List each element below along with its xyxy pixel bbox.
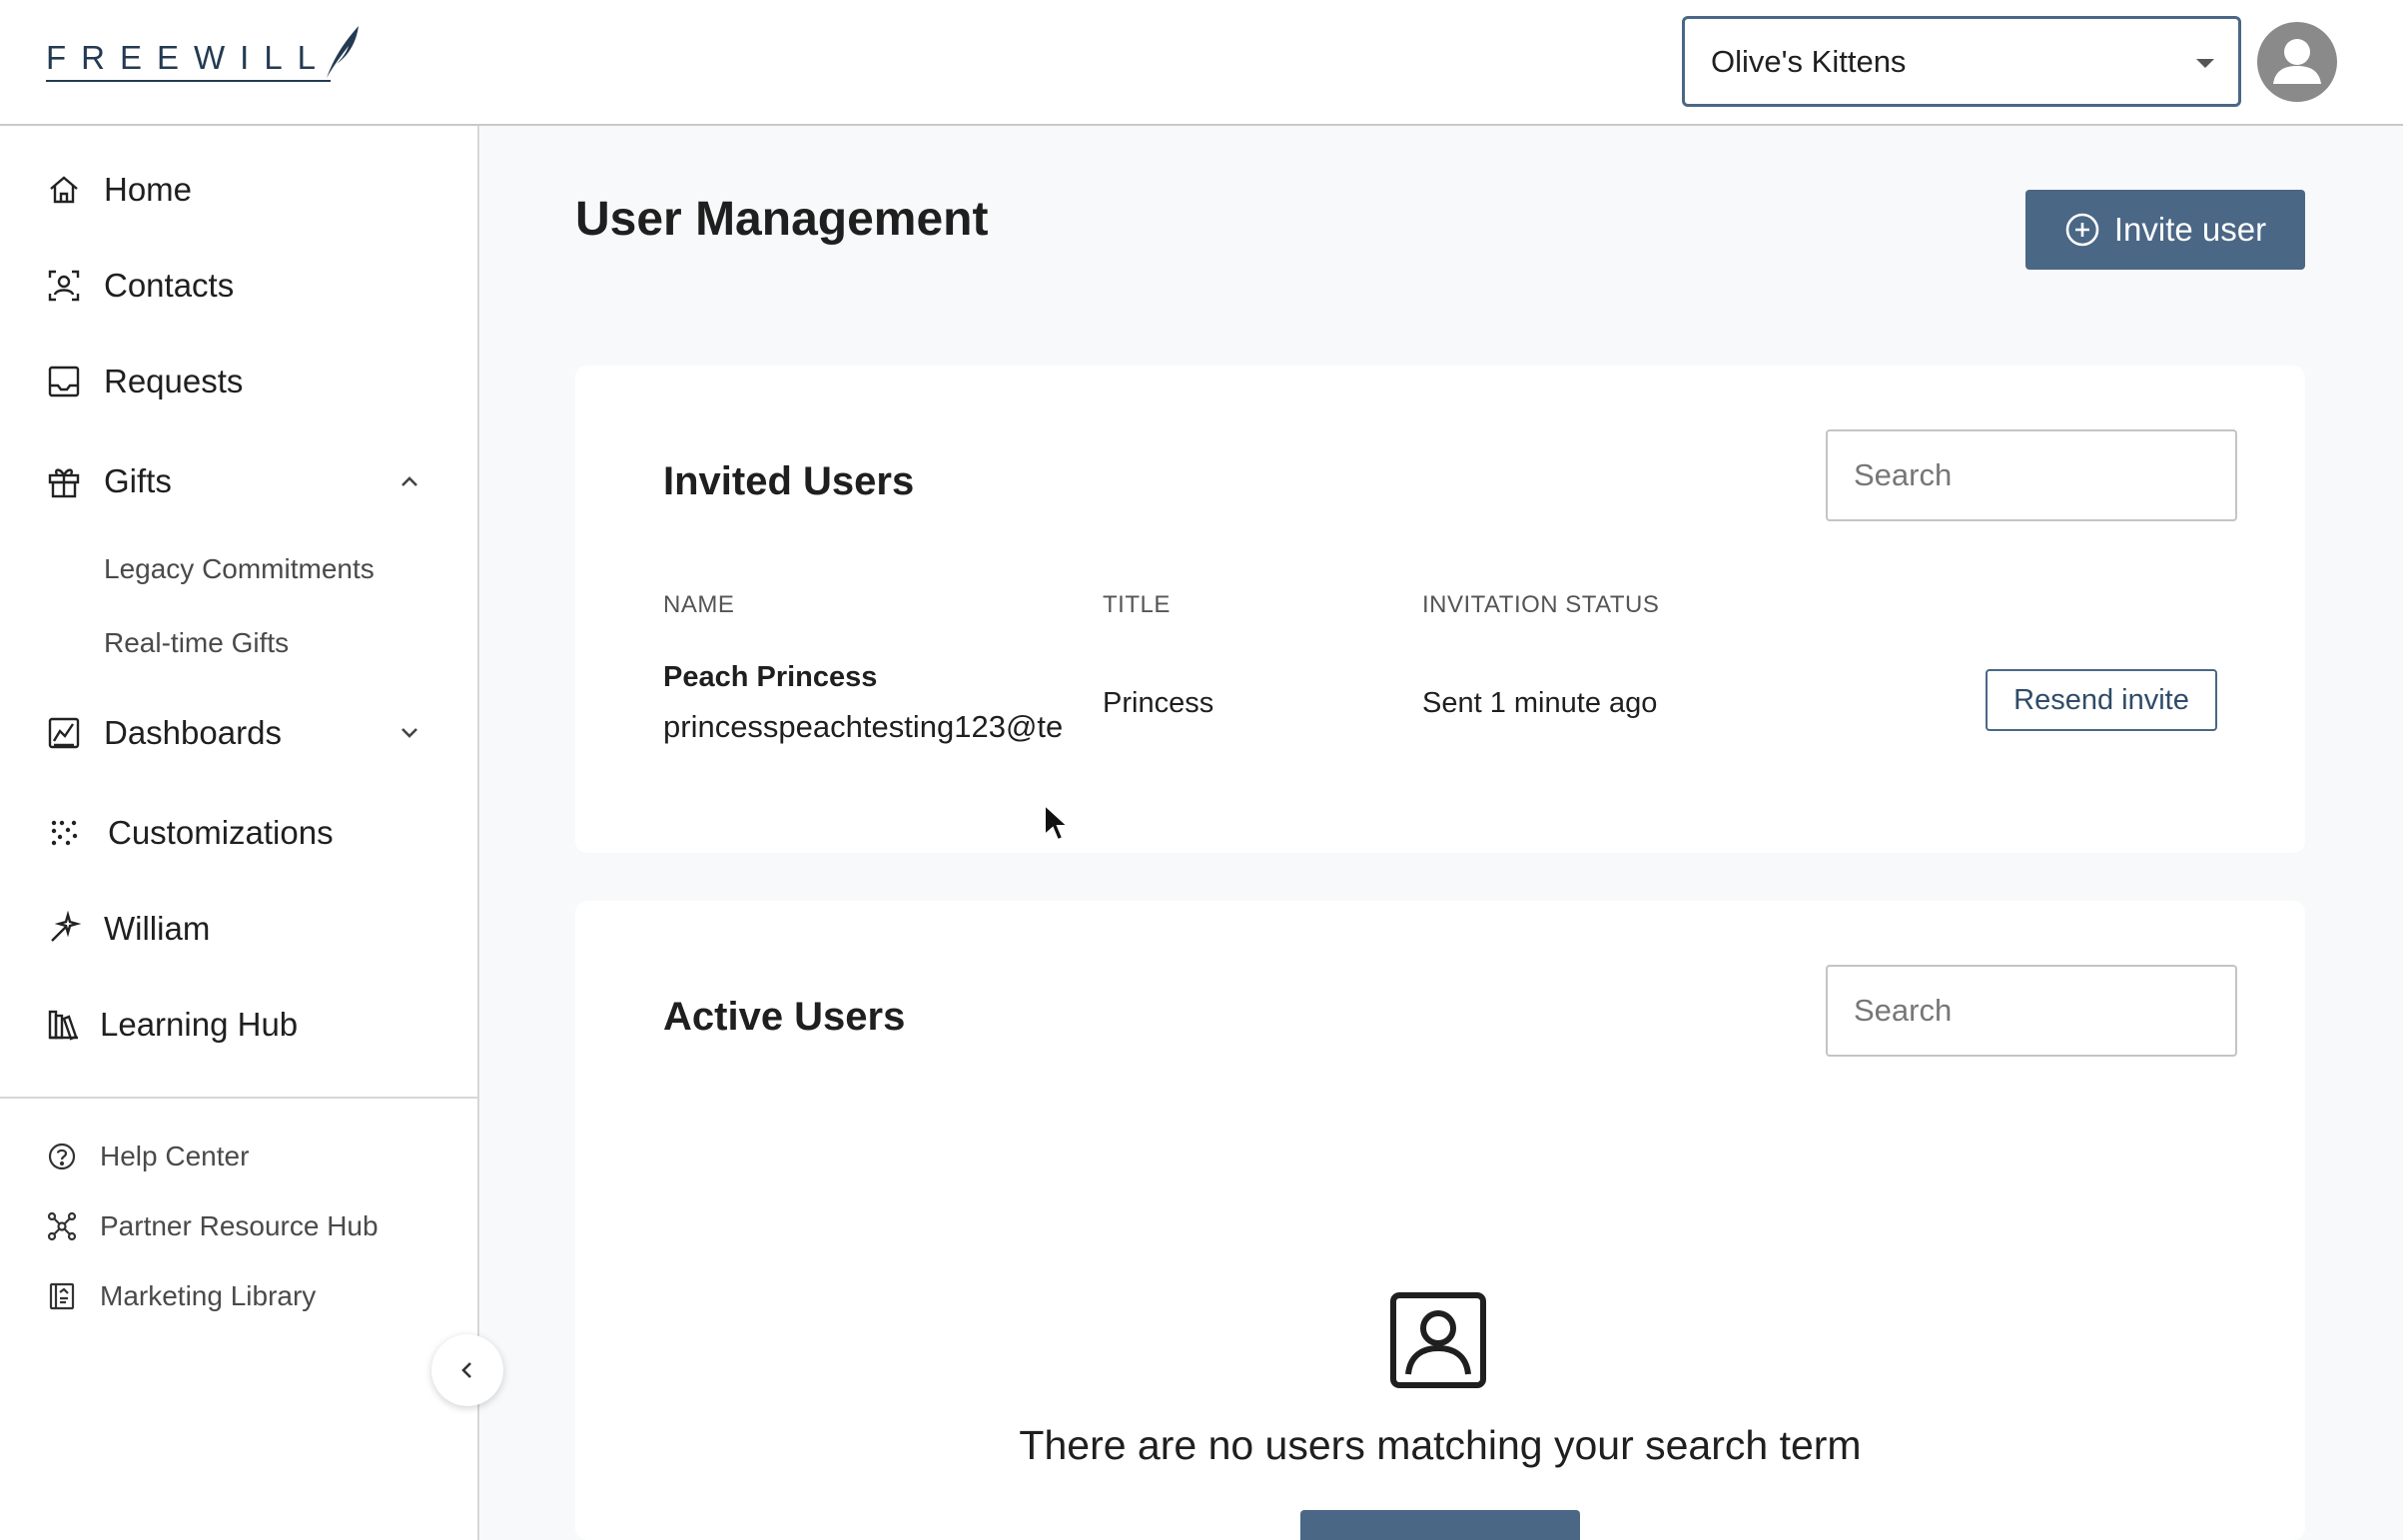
invited-users-search-input[interactable]: [1826, 429, 2237, 521]
network-icon: [44, 1208, 80, 1244]
sidebar-item-help-center[interactable]: Help Center: [0, 1127, 477, 1186]
resend-invite-button[interactable]: Resend invite: [1986, 669, 2217, 731]
sidebar-item-label: Help Center: [100, 1141, 250, 1171]
gift-icon: [44, 461, 84, 501]
chart-icon: [44, 713, 84, 753]
sidebar-item-label: Learning Hub: [100, 1006, 299, 1043]
person-icon: [2273, 39, 2321, 84]
sidebar-item-learning-hub[interactable]: Learning Hub: [0, 985, 477, 1065]
books-icon: [44, 1005, 84, 1045]
active-users-title: Active Users: [663, 995, 906, 1039]
chevron-up-icon[interactable]: [396, 467, 423, 495]
sparkle-dots-icon: [44, 813, 84, 853]
sidebar-item-dashboards[interactable]: Dashboards: [0, 693, 477, 773]
plus-circle-icon: [2065, 213, 2099, 247]
user-email: princesspeachtesting123@te: [663, 709, 1064, 744]
sidebar-subitem-legacy-commitments[interactable]: Legacy Commitments: [104, 553, 375, 585]
invite-user-label: Invite user: [2113, 211, 2267, 248]
sidebar-item-home[interactable]: Home: [0, 150, 477, 230]
caret-down-icon: [2196, 59, 2214, 68]
sidebar-item-gifts[interactable]: Gifts: [0, 441, 477, 521]
invitation-status: Sent 1 minute ago: [1422, 687, 1658, 719]
sidebar-item-label: Marketing Library: [100, 1280, 317, 1311]
library-icon: [44, 1278, 80, 1314]
inbox-icon: [44, 362, 84, 401]
organization-select[interactable]: Olive's Kittens: [1682, 16, 2241, 107]
user-avatar-icon[interactable]: [2257, 22, 2337, 102]
sidebar-item-label: Gifts: [104, 462, 172, 499]
organization-select-value: Olive's Kittens: [1711, 43, 1907, 79]
sidebar-item-label: Partner Resource Hub: [100, 1210, 379, 1241]
sidebar-item-label: Contacts: [104, 267, 235, 304]
sidebar-item-label: William: [104, 910, 211, 947]
sidebar-item-label: Customizations: [108, 814, 334, 851]
sidebar-item-label: Dashboards: [104, 714, 282, 751]
sidebar-item-william[interactable]: William: [0, 889, 477, 969]
active-users-card: Active Users There are no users matching…: [575, 901, 2305, 1540]
sidebar-item-marketing-library[interactable]: Marketing Library: [0, 1266, 477, 1326]
help-circle-icon: [44, 1139, 80, 1174]
user-title: Princess: [1103, 687, 1214, 719]
logo-text: FREEWILL: [46, 38, 332, 82]
magic-wand-icon: [44, 909, 84, 949]
contacts-icon: [44, 266, 84, 306]
user-name: Peach Princess: [663, 661, 878, 693]
chevron-left-icon: [461, 1362, 471, 1378]
top-header: FREEWILL Olive's Kittens: [0, 0, 2403, 126]
sidebar-item-requests[interactable]: Requests: [0, 342, 477, 421]
user-portrait-icon: [1390, 1292, 1486, 1388]
sidebar-item-customizations[interactable]: Customizations: [0, 793, 477, 873]
sidebar-item-partner-resource-hub[interactable]: Partner Resource Hub: [0, 1196, 477, 1256]
sidebar: Home Contacts Requests Gifts Legacy Comm…: [0, 126, 479, 1540]
column-header-invitation-status: INVITATION STATUS: [1422, 591, 1660, 618]
page-title: User Management: [575, 193, 989, 246]
chevron-down-icon[interactable]: [396, 719, 423, 747]
sidebar-item-contacts[interactable]: Contacts: [0, 246, 477, 326]
home-icon: [44, 170, 84, 210]
empty-state-message: There are no users matching your search …: [1019, 1422, 1862, 1468]
invite-user-button[interactable]: Invite user: [2025, 190, 2305, 270]
sidebar-item-label: Requests: [104, 363, 244, 399]
sidebar-item-label: Home: [104, 171, 193, 208]
feather-icon: [327, 26, 360, 78]
column-header-name: NAME: [663, 591, 735, 618]
active-users-search-input[interactable]: [1826, 965, 2237, 1057]
invited-users-card: Invited Users NAME TITLE INVITATION STAT…: [575, 366, 2305, 853]
freewill-logo[interactable]: FREEWILL: [46, 26, 363, 82]
sidebar-subitem-real-time-gifts[interactable]: Real-time Gifts: [104, 627, 289, 659]
sidebar-divider: [0, 1097, 477, 1099]
mouse-cursor-icon: [1044, 803, 1071, 842]
collapse-sidebar-button[interactable]: [431, 1334, 503, 1406]
empty-state-action-button[interactable]: [1300, 1510, 1580, 1540]
column-header-title: TITLE: [1103, 591, 1171, 618]
invited-users-title: Invited Users: [663, 459, 915, 503]
